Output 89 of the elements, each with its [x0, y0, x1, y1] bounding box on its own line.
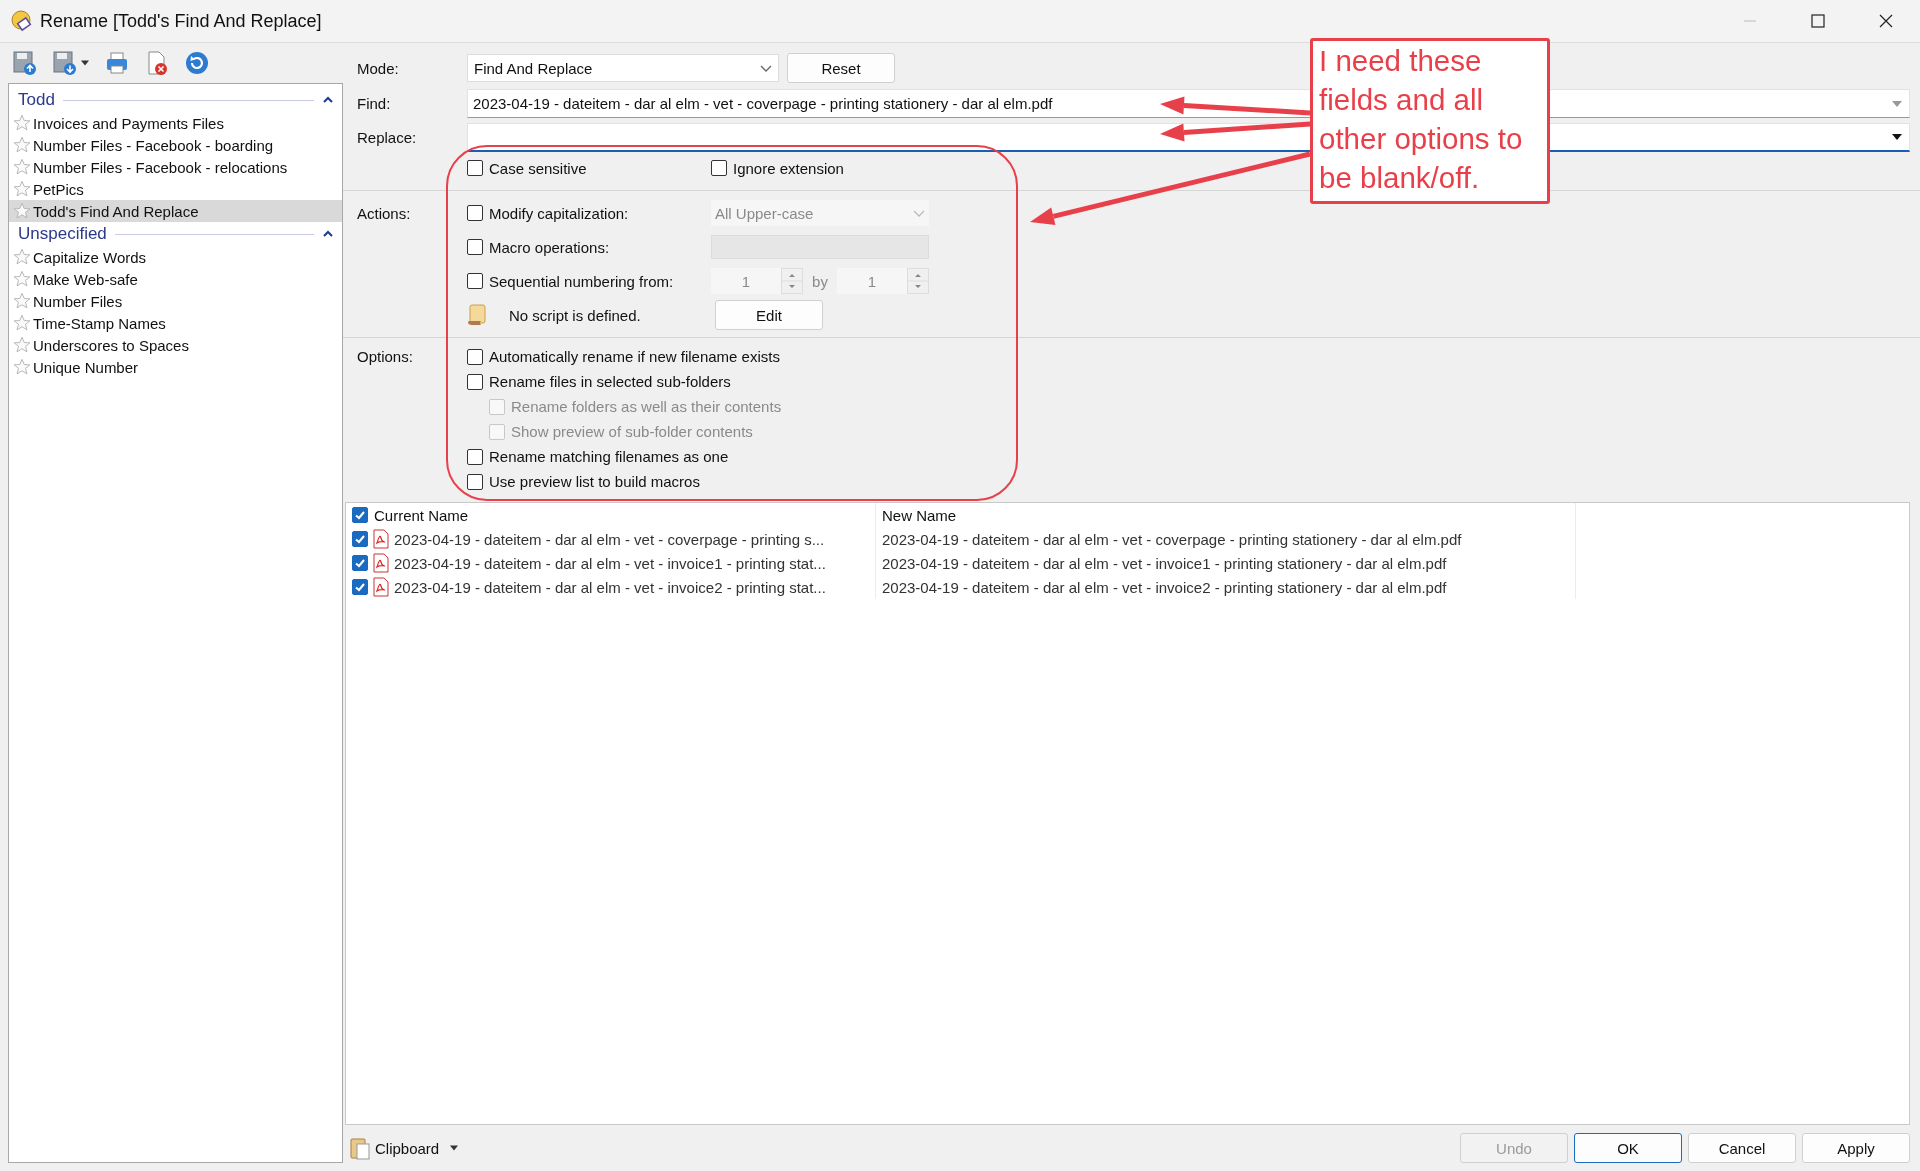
- file-name: 2023-04-19 - dateitem - dar al elm - vet - invoice2 - printing stat...: [394, 578, 826, 596]
- star-icon: [13, 158, 31, 176]
- star-icon: [13, 358, 31, 376]
- preset-item[interactable]: Unique Number: [9, 356, 342, 378]
- pdf-file-icon: [372, 553, 390, 573]
- field-label: Replace:: [357, 129, 418, 146]
- by-label: by: [811, 272, 829, 290]
- maximize-icon[interactable]: [1810, 13, 1826, 29]
- preset-item[interactable]: Time-Stamp Names: [9, 312, 342, 334]
- checkbox-label: Rename files in selected sub-folders: [489, 373, 731, 390]
- checkbox[interactable]: [711, 160, 727, 176]
- reset-button[interactable]: Reset: [787, 53, 895, 83]
- section-label: Options:: [357, 347, 414, 367]
- chevron-down-icon: [913, 208, 925, 218]
- checkbox-label: Use preview list to build macros: [489, 473, 700, 490]
- checkbox[interactable]: [467, 448, 483, 465]
- checkbox-label: Macro operations:: [489, 238, 610, 256]
- preset-item[interactable]: Make Web-safe: [9, 268, 342, 290]
- column-header[interactable]: Current Name: [374, 506, 469, 524]
- preset-item[interactable]: Underscores to Spaces: [9, 334, 342, 356]
- checkbox[interactable]: [467, 348, 483, 365]
- field-label: Mode:: [357, 59, 400, 77]
- checkbox[interactable]: [467, 473, 483, 490]
- scroll-icon: [467, 304, 487, 326]
- checkbox-label: Automatically rename if new filename exists: [489, 348, 780, 365]
- star-icon: [13, 180, 31, 198]
- file-name: 2023-04-19 - dateitem - dar al elm - vet - invoice1 - printing stat...: [394, 554, 826, 572]
- caret-down-icon: [449, 1144, 460, 1152]
- checkbox-label: Show preview of sub-folder contents: [511, 423, 753, 440]
- checkbox-label: Modify capitalization:: [489, 204, 629, 222]
- checkbox[interactable]: [352, 579, 368, 595]
- checkbox-label: Rename matching filenames as one: [489, 448, 729, 465]
- preset-item[interactable]: Todd's Find And Replace: [9, 200, 342, 222]
- checkbox-label: Rename folders as well as their contents: [511, 398, 782, 415]
- preset-item[interactable]: Number Files - Facebook - relocations: [9, 156, 342, 178]
- caret-down-icon: [1891, 132, 1903, 142]
- floppy-upload-icon[interactable]: [12, 50, 38, 76]
- mode-dropdown[interactable]: Find And Replace: [467, 54, 779, 82]
- window-title: Rename [Todd's Find And Replace]: [40, 10, 322, 32]
- star-icon: [13, 136, 31, 154]
- caret-down-icon[interactable]: [80, 59, 90, 67]
- group-header: Todd: [18, 90, 55, 110]
- dialog-button[interactable]: Apply: [1802, 1133, 1910, 1163]
- star-icon: [13, 114, 31, 132]
- spinner-arrows-icon: [907, 268, 929, 294]
- star-icon: [13, 314, 31, 332]
- new-file-name: 2023-04-19 - dateitem - dar al elm - vet - invoice2 - printing stationery - dar al elm.pdf: [882, 578, 1447, 596]
- preset-item[interactable]: PetPics: [9, 178, 342, 200]
- star-icon: [13, 292, 31, 310]
- checkbox[interactable]: [352, 531, 368, 547]
- column-header[interactable]: New Name: [882, 506, 957, 524]
- refresh-icon[interactable]: [184, 50, 210, 76]
- dialog-button[interactable]: OK: [1574, 1133, 1682, 1163]
- close-icon[interactable]: [1878, 13, 1894, 29]
- annotation-tooltip: I need these fields and all other options to be blank/off.: [1310, 38, 1550, 204]
- checkbox[interactable]: [467, 160, 483, 176]
- app-icon: [10, 9, 34, 33]
- checkbox[interactable]: [352, 507, 368, 523]
- script-status-text: No script is defined.: [509, 306, 642, 324]
- clipboard-icon: [349, 1136, 371, 1160]
- group-header: Unspecified: [18, 224, 107, 244]
- preset-item[interactable]: Invoices and Payments Files: [9, 112, 342, 134]
- preset-item[interactable]: Capitalize Words: [9, 246, 342, 268]
- printer-icon[interactable]: [104, 50, 130, 76]
- spinner-arrows-icon: [781, 268, 803, 294]
- new-file-name: 2023-04-19 - dateitem - dar al elm - vet - invoice1 - printing stationery - dar al elm.pdf: [882, 554, 1447, 572]
- dialog-button[interactable]: Cancel: [1688, 1133, 1796, 1163]
- star-icon: [13, 270, 31, 288]
- checkbox[interactable]: [352, 555, 368, 571]
- preset-item[interactable]: Number Files: [9, 290, 342, 312]
- field-label: Find:: [357, 95, 392, 112]
- pdf-file-icon: [372, 529, 390, 549]
- star-icon: [13, 248, 31, 266]
- clipboard-button[interactable]: Clipboard: [345, 1136, 464, 1160]
- checkbox-label: Case sensitive: [489, 159, 587, 177]
- caret-down-icon: [1891, 98, 1903, 109]
- section-label: Actions:: [357, 204, 412, 224]
- checkbox[interactable]: [467, 373, 483, 390]
- preset-item[interactable]: Number Files - Facebook - boarding: [9, 134, 342, 156]
- pdf-file-icon: [372, 577, 390, 597]
- floppy-download-icon[interactable]: [52, 50, 78, 76]
- checkbox-label: Sequential numbering from:: [489, 272, 674, 290]
- edit-button[interactable]: Edit: [715, 300, 823, 330]
- chevron-down-icon: [760, 63, 772, 73]
- new-file-name: 2023-04-19 - dateitem - dar al elm - vet - coverpage - printing stationery - dar al elm.pdf: [882, 530, 1462, 548]
- file-name: 2023-04-19 - dateitem - dar al elm - vet - coverpage - printing s...: [394, 530, 825, 548]
- star-icon: [13, 336, 31, 354]
- checkbox-label: Ignore extension: [733, 159, 844, 177]
- star-icon: [13, 202, 31, 220]
